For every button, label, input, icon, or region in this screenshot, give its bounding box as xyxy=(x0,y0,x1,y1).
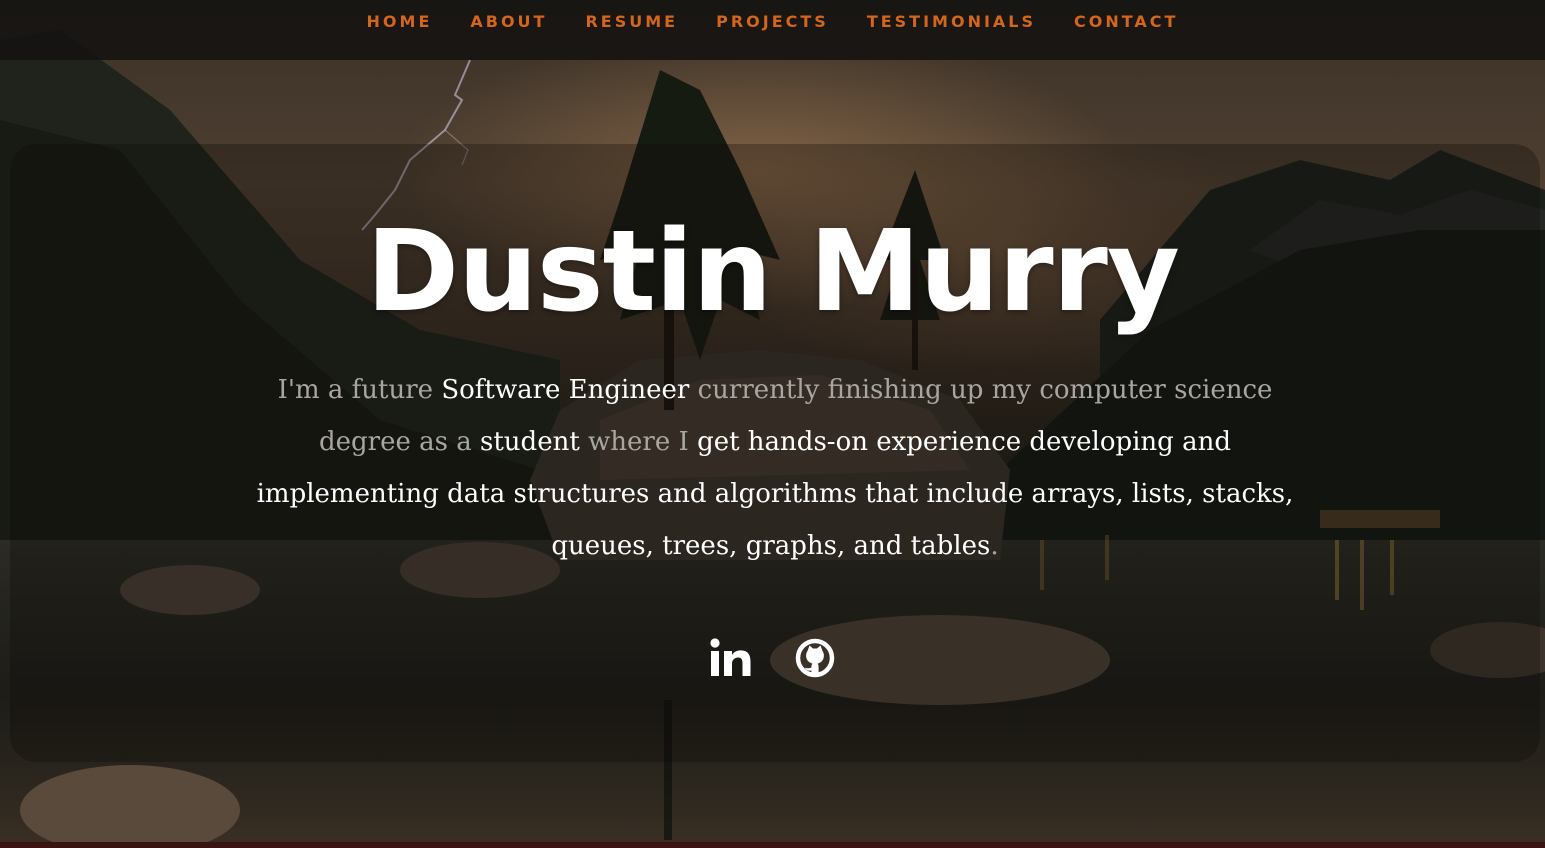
social-links xyxy=(0,632,1545,684)
hero-name-heading: Dustin Murry xyxy=(366,207,1180,337)
bio-segment: I'm a future xyxy=(277,375,442,405)
nav-link-contact[interactable]: CONTACT xyxy=(1074,12,1178,31)
nav-link-projects[interactable]: PROJECTS xyxy=(716,12,829,31)
nav-link-home[interactable]: HOME xyxy=(367,12,433,31)
hero-bio: I'm a future Software Engineer currently… xyxy=(240,364,1310,572)
linkedin-link[interactable] xyxy=(709,632,753,684)
linkedin-icon xyxy=(709,638,750,676)
bottom-divider xyxy=(0,842,1545,848)
bio-segment: where I xyxy=(579,427,698,457)
bio-highlight-software-engineer: Software Engineer xyxy=(441,375,690,405)
bio-highlight-student: student xyxy=(480,427,580,457)
top-navbar: HOME ABOUT RESUME PROJECTS TESTIMONIALS … xyxy=(0,0,1545,60)
bio-segment: . xyxy=(990,531,999,561)
nav-link-about[interactable]: ABOUT xyxy=(470,12,547,31)
nav-link-resume[interactable]: RESUME xyxy=(585,12,678,31)
github-link[interactable] xyxy=(793,632,837,684)
github-icon xyxy=(795,638,834,678)
nav-link-testimonials[interactable]: TESTIMONIALS xyxy=(867,12,1036,31)
